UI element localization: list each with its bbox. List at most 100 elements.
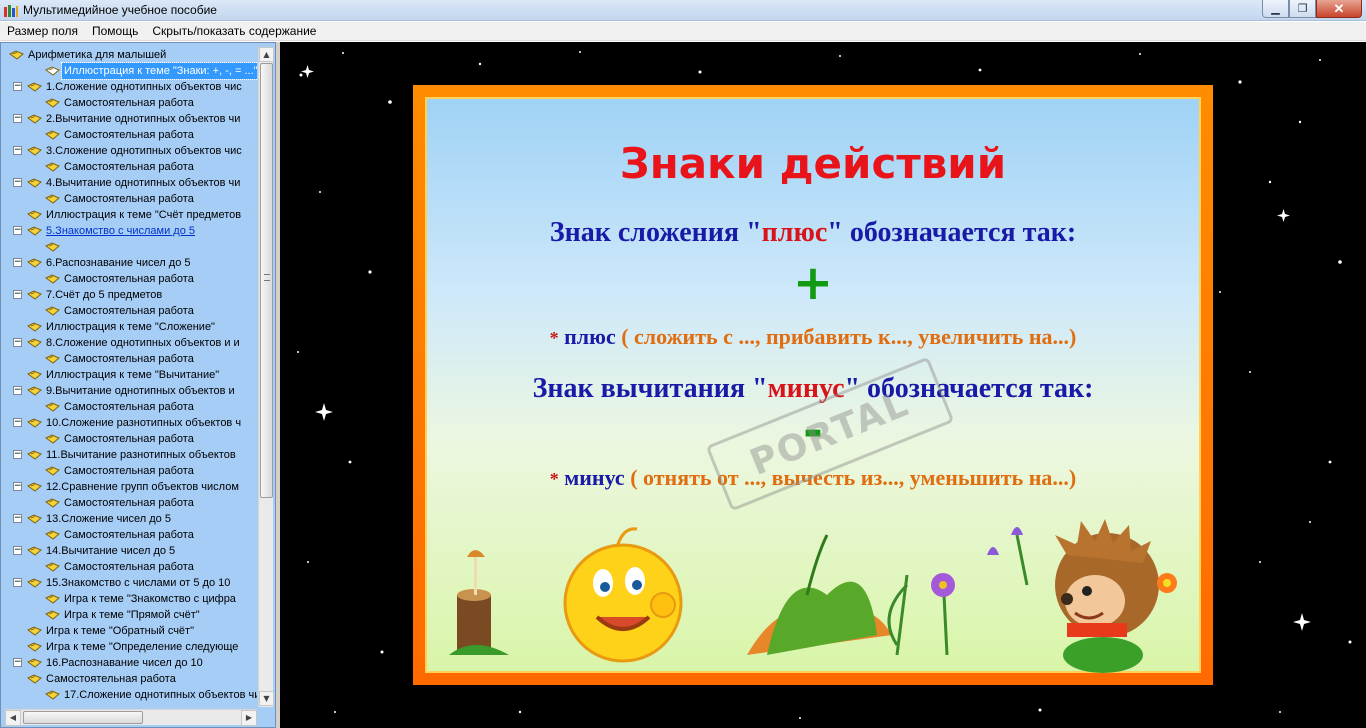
tree-item[interactable]: Иллюстрация к теме "Вычитание" bbox=[5, 367, 257, 383]
tree-item[interactable]: Самостоятельная работа bbox=[5, 463, 257, 479]
tree-item[interactable]: Самостоятельная работа bbox=[5, 127, 257, 143]
tree-item[interactable]: Самостоятельная работа bbox=[5, 671, 257, 687]
plus-description-word: плюс bbox=[564, 324, 616, 349]
collapse-toggle-icon[interactable]: − bbox=[13, 114, 22, 123]
tree-item[interactable]: − 9.Вычитание однотипных объектов и bbox=[5, 383, 257, 399]
tree-item[interactable]: − 11.Вычитание разнотипных объектов bbox=[5, 447, 257, 463]
smiling-ball-icon bbox=[563, 527, 683, 663]
tree-item[interactable]: 17.Сложение однотипных объектов чи bbox=[5, 687, 257, 703]
scroll-down-button[interactable]: ▼ bbox=[259, 691, 274, 706]
scroll-up-button[interactable]: ▲ bbox=[259, 47, 274, 62]
tree-item-label: Самостоятельная работа bbox=[64, 497, 194, 509]
maximize-button[interactable]: ❐ bbox=[1289, 0, 1316, 18]
tree-item[interactable]: Иллюстрация к теме "Счёт предметов bbox=[5, 207, 257, 223]
tree-item[interactable]: Самостоятельная работа bbox=[5, 303, 257, 319]
tree-item[interactable]: Самостоятельная работа bbox=[5, 559, 257, 575]
tree-item[interactable]: Самостоятельная работа bbox=[5, 95, 257, 111]
tree-root-item[interactable]: −Арифметика для малышей bbox=[5, 47, 257, 63]
book-icon bbox=[45, 466, 60, 476]
minus-description-text: ( отнять от ..., вычесть из..., уменьшит… bbox=[624, 465, 1077, 490]
tree-item[interactable]: − 4.Вычитание однотипных объектов чи bbox=[5, 175, 257, 191]
collapse-toggle-icon[interactable]: − bbox=[13, 258, 22, 267]
book-icon bbox=[27, 226, 42, 236]
tree-item[interactable]: − 15.Знакомство с числами от 5 до 10 bbox=[5, 575, 257, 591]
contents-panel: −Арифметика для малышейИллюстрация к тем… bbox=[0, 42, 276, 728]
horizontal-scroll-thumb[interactable] bbox=[23, 711, 143, 724]
collapse-toggle-icon[interactable]: − bbox=[13, 146, 22, 155]
tree-item[interactable]: − 16.Распознавание чисел до 10 bbox=[5, 655, 257, 671]
book-icon bbox=[9, 50, 24, 60]
scroll-right-button[interactable]: ▶ bbox=[241, 710, 257, 726]
tree-item[interactable]: Самостоятельная работа bbox=[5, 191, 257, 207]
collapse-toggle-icon[interactable]: − bbox=[13, 290, 22, 299]
tree-item-label: Самостоятельная работа bbox=[64, 97, 194, 109]
tree-item[interactable]: − 2.Вычитание однотипных объектов чи bbox=[5, 111, 257, 127]
tree-item[interactable]: Иллюстрация к теме "Знаки: +, -, = ..." bbox=[5, 62, 257, 80]
collapse-toggle-icon[interactable]: − bbox=[13, 578, 22, 587]
book-icon bbox=[27, 322, 42, 332]
tree-item[interactable]: Самостоятельная работа bbox=[5, 351, 257, 367]
tree-item[interactable]: − 7.Счёт до 5 предметов bbox=[5, 287, 257, 303]
minimize-button[interactable]: ▁ bbox=[1262, 0, 1289, 18]
menu-field-size[interactable]: Размер поля bbox=[0, 22, 85, 40]
tree-item[interactable]: − 6.Распознавание чисел до 5 bbox=[5, 255, 257, 271]
collapse-toggle-icon[interactable]: − bbox=[13, 514, 22, 523]
plus-sign: + bbox=[792, 255, 834, 311]
vertical-scrollbar[interactable]: ▲ ▼ bbox=[258, 47, 274, 707]
collapse-toggle-icon[interactable]: − bbox=[13, 82, 22, 91]
tree-item[interactable]: Самостоятельная работа bbox=[5, 527, 257, 543]
close-button[interactable]: ✕ bbox=[1316, 0, 1362, 18]
book-icon bbox=[45, 194, 60, 204]
horizontal-scrollbar[interactable]: ◀ ▶ bbox=[5, 709, 257, 726]
collapse-toggle-icon[interactable]: − bbox=[13, 482, 22, 491]
tree-item[interactable] bbox=[5, 239, 257, 255]
collapse-toggle-icon[interactable]: − bbox=[13, 546, 22, 555]
slide-content: Знаки действий Знак сложения "плюс" обоз… bbox=[425, 97, 1201, 673]
lesson-slide: Знаки действий Знак сложения "плюс" обоз… bbox=[413, 85, 1213, 685]
tree-item[interactable]: Самостоятельная работа bbox=[5, 431, 257, 447]
tree-item[interactable]: Иллюстрация к теме "Сложение" bbox=[5, 319, 257, 335]
tree-item[interactable]: − 14.Вычитание чисел до 5 bbox=[5, 543, 257, 559]
tree-item[interactable]: − 12.Сравнение групп объектов числом bbox=[5, 479, 257, 495]
book-icon bbox=[45, 498, 60, 508]
tree-item[interactable]: Самостоятельная работа bbox=[5, 159, 257, 175]
collapse-toggle-icon[interactable]: − bbox=[13, 338, 22, 347]
tree-item[interactable]: − 10.Сложение разнотипных объектов ч bbox=[5, 415, 257, 431]
menu-help[interactable]: Помощь bbox=[85, 22, 145, 40]
collapse-toggle-icon[interactable]: − bbox=[13, 178, 22, 187]
tree-item-label: 14.Вычитание чисел до 5 bbox=[46, 545, 176, 557]
tree-item[interactable]: − 3.Сложение однотипных объектов чис bbox=[5, 143, 257, 159]
plus-description-text: ( сложить с ..., прибавить к..., увеличи… bbox=[615, 324, 1077, 349]
title-bar: Мультимедийное учебное пособие ▁ ❐ ✕ bbox=[0, 0, 1366, 21]
tree-item[interactable]: Игра к теме "Знакомство с цифра bbox=[5, 591, 257, 607]
book-icon bbox=[45, 306, 60, 316]
plus-description: * плюс ( сложить с ..., прибавить к..., … bbox=[427, 324, 1199, 350]
tree-item[interactable]: Самостоятельная работа bbox=[5, 399, 257, 415]
collapse-toggle-icon[interactable]: − bbox=[13, 450, 22, 459]
tree-item[interactable]: Игра к теме "Прямой счёт" bbox=[5, 607, 257, 623]
book-icon bbox=[45, 66, 60, 76]
collapse-toggle-icon[interactable]: − bbox=[13, 658, 22, 667]
tree-item-label: Иллюстрация к теме "Счёт предметов bbox=[46, 209, 242, 221]
scroll-left-button[interactable]: ◀ bbox=[5, 710, 21, 726]
tree-item[interactable]: Самостоятельная работа bbox=[5, 495, 257, 511]
book-icon bbox=[45, 530, 60, 540]
tree-item[interactable]: Самостоятельная работа bbox=[5, 271, 257, 287]
tree-item[interactable]: Игра к теме "Обратный счёт" bbox=[5, 623, 257, 639]
tree-item[interactable]: − 8.Сложение однотипных объектов и и bbox=[5, 335, 257, 351]
tree-item[interactable]: Игра к теме "Определение следующе bbox=[5, 639, 257, 655]
tree-item-label: Самостоятельная работа bbox=[46, 673, 176, 685]
tree-item[interactable]: − 1.Сложение однотипных объектов чис bbox=[5, 79, 257, 95]
tree-item-label: 2.Вычитание однотипных объектов чи bbox=[46, 113, 241, 125]
collapse-toggle-icon[interactable]: − bbox=[13, 226, 22, 235]
tree-item[interactable]: − 13.Сложение чисел до 5 bbox=[5, 511, 257, 527]
menu-toggle-contents[interactable]: Скрыть/показать содержание bbox=[145, 22, 323, 40]
scroll-thumb[interactable] bbox=[260, 63, 273, 498]
tree-stump-icon bbox=[449, 550, 509, 655]
collapse-toggle-icon[interactable]: − bbox=[13, 386, 22, 395]
collapse-toggle-icon[interactable]: − bbox=[13, 418, 22, 427]
tree-item-label: 8.Сложение однотипных объектов и и bbox=[46, 337, 240, 349]
book-icon bbox=[45, 402, 60, 412]
plus-caption-post: " обозначается так: bbox=[827, 217, 1077, 248]
tree-item[interactable]: − 5.Знакомство с числами до 5 bbox=[5, 223, 257, 239]
